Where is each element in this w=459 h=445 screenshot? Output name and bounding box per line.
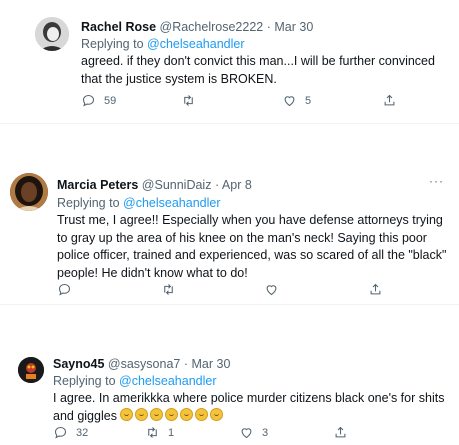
user-handle[interactable]: @Rachelrose2222 <box>160 20 264 34</box>
retweet-icon <box>148 427 157 438</box>
smiley-emoji-icon <box>150 407 164 421</box>
reply-button[interactable]: 59 <box>81 93 116 108</box>
smiley-emoji-icon <box>180 407 194 421</box>
share-icon <box>335 426 346 438</box>
separator-dot: · <box>214 178 220 192</box>
tweet-text: I agree. In amerikkka where police murde… <box>53 391 445 423</box>
divider <box>0 304 459 305</box>
share-icon <box>384 94 395 106</box>
like-icon <box>266 285 277 296</box>
tweet-rachel-rose[interactable]: Rachel Rose @Rachelrose2222 · Mar 30 Rep… <box>0 0 459 120</box>
tweet-marcia-peters[interactable]: ··· Marcia Peters @SunniDaiz · Apr 8 Rep… <box>0 160 459 300</box>
like-button[interactable] <box>264 282 287 297</box>
share-button[interactable] <box>382 93 397 108</box>
reply-button[interactable] <box>57 282 80 297</box>
retweet-button[interactable] <box>161 282 184 297</box>
avatar-photo-icon <box>18 357 44 383</box>
replying-to-link[interactable]: @chelseahandler <box>119 374 216 388</box>
tweet-text-container: I agree. In amerikkka where police murde… <box>53 390 453 425</box>
reply-button[interactable]: 32 <box>53 425 88 440</box>
replying-to-prefix: Replying to <box>57 196 120 210</box>
display-name[interactable]: Rachel Rose <box>81 20 156 34</box>
user-handle[interactable]: @SunniDaiz <box>142 178 212 192</box>
like-count: 3 <box>262 426 269 439</box>
avatar-photo-icon <box>35 17 69 51</box>
like-count: 5 <box>305 94 312 107</box>
user-handle[interactable]: @sasysona7 <box>108 357 180 371</box>
smiley-emoji-icon <box>135 407 149 421</box>
share-icon <box>370 283 381 295</box>
avatar[interactable] <box>18 357 44 383</box>
tweet-text: agreed. if they don't convict this man..… <box>81 54 435 86</box>
like-icon <box>241 428 252 439</box>
emoji-row <box>120 407 225 423</box>
smiley-emoji-icon <box>120 407 134 421</box>
tweet-sayno45[interactable]: Sayno45 @sasysona7 · Mar 30 Replying to … <box>0 345 459 445</box>
replying-to-prefix: Replying to <box>81 37 144 51</box>
avatar[interactable] <box>10 173 48 211</box>
retweet-button[interactable]: 1 <box>145 425 174 440</box>
replying-to-line: Replying to @chelseahandler <box>57 196 221 210</box>
avatar-photo-icon <box>10 173 48 211</box>
tweet-date[interactable]: Mar 30 <box>274 20 313 34</box>
share-button[interactable] <box>333 425 348 440</box>
tweet-text: Trust me, I agree!! Especially when you … <box>57 213 447 280</box>
reply-count: 59 <box>104 94 117 107</box>
tweet-date[interactable]: Apr 8 <box>222 178 252 192</box>
tweet-header: Marcia Peters @SunniDaiz · Apr 8 <box>57 178 252 192</box>
like-button[interactable]: 5 <box>282 93 311 108</box>
reply-icon <box>82 94 95 107</box>
replying-to-prefix: Replying to <box>53 374 116 388</box>
retweet-count: 1 <box>168 426 175 439</box>
tweet-header: Rachel Rose @Rachelrose2222 · Mar 30 <box>81 20 313 34</box>
separator-dot: · <box>183 357 189 371</box>
reply-icon <box>54 426 67 439</box>
tweet-header: Sayno45 @sasysona7 · Mar 30 <box>53 357 230 371</box>
avatar[interactable] <box>35 17 69 51</box>
divider <box>0 123 459 124</box>
tweet-actions: 59 5 <box>81 93 401 109</box>
separator-dot: · <box>266 20 271 34</box>
display-name[interactable]: Marcia Peters <box>57 178 138 192</box>
reply-count: 32 <box>76 426 89 439</box>
reply-icon <box>58 283 71 296</box>
retweet-icon <box>164 284 173 295</box>
like-icon <box>284 96 295 107</box>
tweet-actions <box>57 282 387 298</box>
replying-to-line: Replying to @chelseahandler <box>81 37 245 51</box>
replying-to-link[interactable]: @chelseahandler <box>147 37 244 51</box>
smiley-emoji-icon <box>165 407 179 421</box>
tweet-date[interactable]: Mar 30 <box>192 357 231 371</box>
share-button[interactable] <box>368 282 383 297</box>
display-name[interactable]: Sayno45 <box>53 357 104 371</box>
retweet-button[interactable] <box>181 93 204 108</box>
retweet-icon <box>184 95 193 106</box>
like-button[interactable]: 3 <box>239 425 268 440</box>
tweet-actions: 32 1 3 <box>53 425 383 441</box>
smiley-emoji-icon <box>210 407 224 421</box>
smiley-emoji-icon <box>195 407 209 421</box>
replying-to-line: Replying to @chelseahandler <box>53 374 217 388</box>
more-icon[interactable]: ··· <box>429 174 444 188</box>
replying-to-link[interactable]: @chelseahandler <box>123 196 220 210</box>
